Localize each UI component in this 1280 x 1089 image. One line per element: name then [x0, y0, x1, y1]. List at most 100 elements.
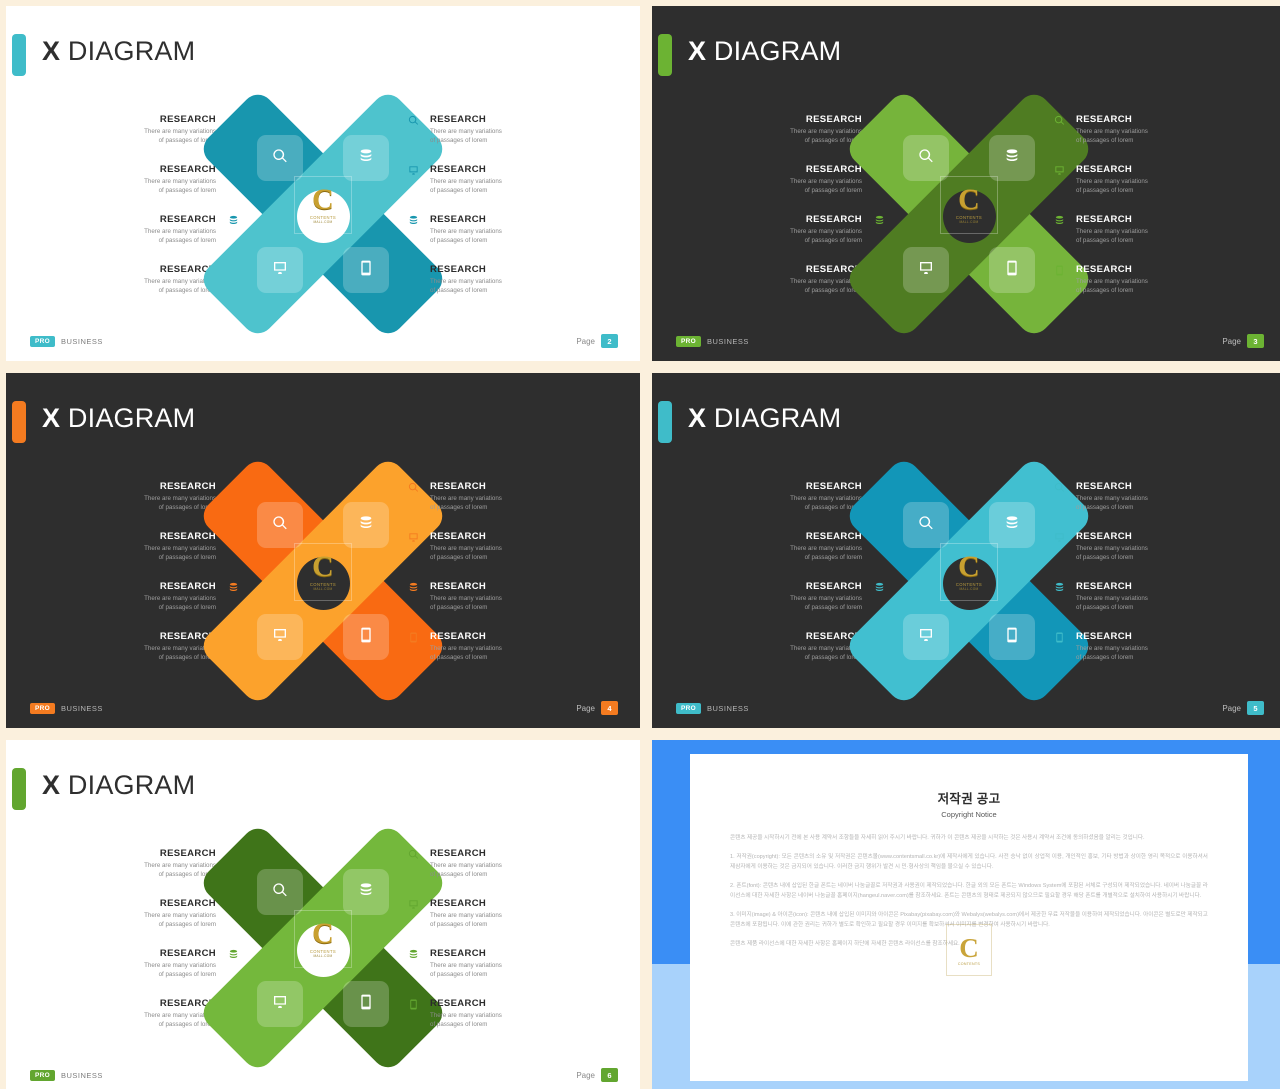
research-item: RESEARCH There are many variations of pass…: [1055, 581, 1208, 631]
research-item: RESEARCH There are many variations of pass…: [84, 531, 238, 581]
title-accent-bar: [658, 401, 672, 443]
research-item-heading: RESEARCH: [159, 948, 216, 959]
research-item: RESEARCH There are many variations of pass…: [730, 114, 884, 164]
research-item-body: There are many variations of passages of …: [430, 495, 502, 511]
research-column-left: RESEARCH There are many variations of pass…: [730, 481, 884, 681]
research-item-body: There are many variations of passages of …: [790, 595, 862, 611]
x-diagram-tile[interactable]: [343, 502, 389, 548]
copyright-paragraph: 2. 폰트(font): 콘텐츠 내에 삽입된 한글 폰트는 네이버 나눔글꼴로…: [730, 883, 1208, 900]
research-item-body: There are many variations of passages of …: [790, 495, 862, 511]
business-label: BUSINESS: [61, 704, 103, 713]
research-item: RESEARCH There are many variations of pass…: [409, 998, 562, 1048]
page-title: X DIAGRAM: [42, 403, 195, 434]
database-icon: [406, 947, 420, 961]
x-diagram-tile[interactable]: [257, 247, 303, 293]
x-diagram-tile[interactable]: [343, 614, 389, 660]
research-item-body: There are many variations of passages of …: [430, 128, 502, 144]
slide-x-diagram-green-dark[interactable]: X DIAGRAM RESEARCH There are many variatio…: [652, 6, 1280, 361]
research-item: RESEARCH There are many variations of pass…: [1054, 481, 1208, 531]
research-item: RESEARCH There are many variations of pass…: [408, 898, 562, 948]
x-diagram-tile[interactable]: [257, 135, 303, 181]
monitor-icon: [1052, 163, 1066, 177]
research-item-body: There are many variations of passages of …: [790, 228, 862, 244]
research-item-heading: RESEARCH: [430, 214, 487, 225]
research-column-left: RESEARCH There are many variations of pass…: [730, 114, 884, 314]
copyright-paragraph: 콘텐츠 제공을 시작하시기 전에 본 사용 계약서 조항들을 자세히 읽어 주시…: [730, 835, 1145, 842]
footer-brand: PRO BUSINESS: [676, 703, 749, 714]
research-item-body: There are many variations of passages of …: [430, 595, 502, 611]
search-icon: [918, 148, 934, 169]
x-diagram-tile[interactable]: [989, 135, 1035, 181]
research-item-body: There are many variations of passages of …: [790, 545, 862, 561]
research-item-body: There are many variations of passages of …: [144, 645, 216, 661]
x-diagram: C CONTENTS MALL.COM: [197, 88, 449, 340]
database-icon: [406, 213, 420, 227]
mobile-icon: [1052, 263, 1066, 277]
slide-copyright-notice[interactable]: 저작권 공고 Copyright Notice 콘텐츠 제공을 시작하시기 전에 본…: [652, 740, 1280, 1089]
x-diagram-tile[interactable]: [257, 981, 303, 1027]
research-item-heading: RESEARCH: [430, 114, 487, 125]
research-item: RESEARCH There are many variations of pass…: [408, 481, 562, 531]
page-title: X DIAGRAM: [42, 770, 195, 801]
x-diagram-tile[interactable]: [257, 502, 303, 548]
x-diagram-tile[interactable]: [989, 614, 1035, 660]
page-title-x: X: [42, 770, 61, 800]
x-diagram-tile[interactable]: [903, 502, 949, 548]
research-item-heading: RESEARCH: [159, 481, 216, 492]
research-item-body: There are many variations of passages of …: [1076, 128, 1148, 144]
slide-x-diagram-green-light[interactable]: X DIAGRAM RESEARCH There are many variatio…: [6, 740, 640, 1089]
research-column-left: RESEARCH There are many variations of pass…: [84, 848, 238, 1048]
footer-pagination: Page 2: [576, 334, 618, 348]
x-diagram-tile[interactable]: [343, 135, 389, 181]
research-item: RESEARCH There are many variations of pass…: [84, 948, 237, 998]
slide-x-diagram-teal-light[interactable]: X DIAGRAM RESEARCH There are many variatio…: [6, 6, 640, 361]
database-icon: [1052, 213, 1066, 227]
research-item: RESEARCH There are many variations of pass…: [730, 631, 883, 681]
research-item-body: There are many variations of passages of …: [144, 495, 216, 511]
research-item-heading: RESEARCH: [805, 114, 862, 125]
research-item: RESEARCH There are many variations of pass…: [84, 164, 238, 214]
research-item: RESEARCH There are many variations of pass…: [408, 848, 562, 898]
x-diagram-tile[interactable]: [989, 502, 1035, 548]
page-label: Page: [576, 336, 595, 346]
slide-x-diagram-orange-dark[interactable]: X DIAGRAM RESEARCH There are many variatio…: [6, 373, 640, 728]
watermark-title: CONTENTS: [957, 961, 981, 966]
research-item: RESEARCH There are many variations of pass…: [730, 164, 884, 214]
research-item-heading: RESEARCH: [159, 848, 216, 859]
research-item: RESEARCH There are many variations of pass…: [408, 164, 562, 214]
business-label: BUSINESS: [61, 1071, 103, 1080]
footer-pagination: Page 6: [576, 1068, 618, 1082]
mobile-icon: [1004, 260, 1020, 281]
research-item: RESEARCH There are many variations of pass…: [1055, 264, 1208, 314]
slide-x-diagram-blue-dark[interactable]: X DIAGRAM RESEARCH There are many variatio…: [652, 373, 1280, 728]
mobile-icon: [1004, 627, 1020, 648]
x-diagram-tile[interactable]: [343, 247, 389, 293]
research-item-body: There are many variations of passages of …: [790, 128, 862, 144]
research-item-body: There are many variations of passages of …: [1076, 495, 1148, 511]
research-item-body: There are many variations of passages of …: [144, 862, 216, 878]
x-diagram-tile[interactable]: [343, 981, 389, 1027]
x-diagram-tile[interactable]: [989, 247, 1035, 293]
x-diagram-tile[interactable]: [903, 614, 949, 660]
research-item-body: There are many variations of passages of …: [144, 278, 216, 294]
x-diagram-tile[interactable]: [903, 135, 949, 181]
x-diagram-tile[interactable]: [903, 247, 949, 293]
monitor-icon: [1052, 530, 1066, 544]
x-diagram-tile[interactable]: [257, 614, 303, 660]
research-column-left: RESEARCH There are many variations of pass…: [84, 481, 238, 681]
page-title-x: X: [688, 403, 707, 433]
research-item-body: There are many variations of passages of …: [144, 1012, 216, 1028]
research-item-heading: RESEARCH: [1076, 631, 1133, 642]
x-diagram-tile[interactable]: [257, 869, 303, 915]
monitor-icon: [272, 627, 288, 648]
mobile-icon: [406, 630, 420, 644]
x-diagram-tile[interactable]: [343, 869, 389, 915]
research-item-body: There are many variations of passages of …: [430, 862, 502, 878]
research-item-body: There are many variations of passages of …: [430, 178, 502, 194]
page-title-rest: DIAGRAM: [60, 770, 196, 800]
database-icon: [358, 148, 374, 169]
research-item: RESEARCH There are many variations of pass…: [409, 581, 562, 631]
page-title: X DIAGRAM: [42, 36, 195, 67]
research-item: RESEARCH There are many variations of pass…: [84, 998, 237, 1048]
research-item: RESEARCH There are many variations of pass…: [84, 214, 237, 264]
